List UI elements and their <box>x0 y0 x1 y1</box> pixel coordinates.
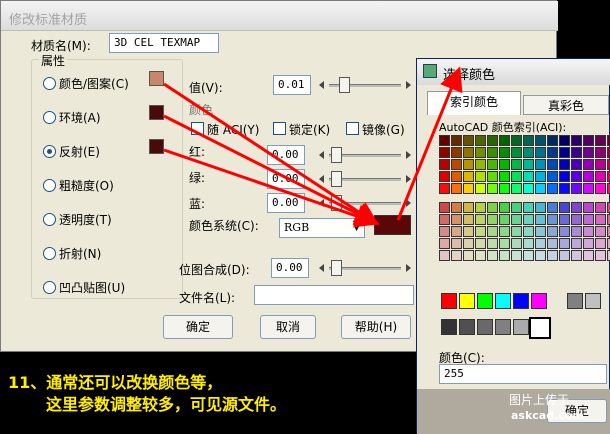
arrow-3 <box>163 148 380 228</box>
arrow-2 <box>163 114 380 225</box>
arrow-to-picker <box>396 66 463 221</box>
annotation-arrows <box>163 66 463 228</box>
arrow-1 <box>163 82 380 226</box>
